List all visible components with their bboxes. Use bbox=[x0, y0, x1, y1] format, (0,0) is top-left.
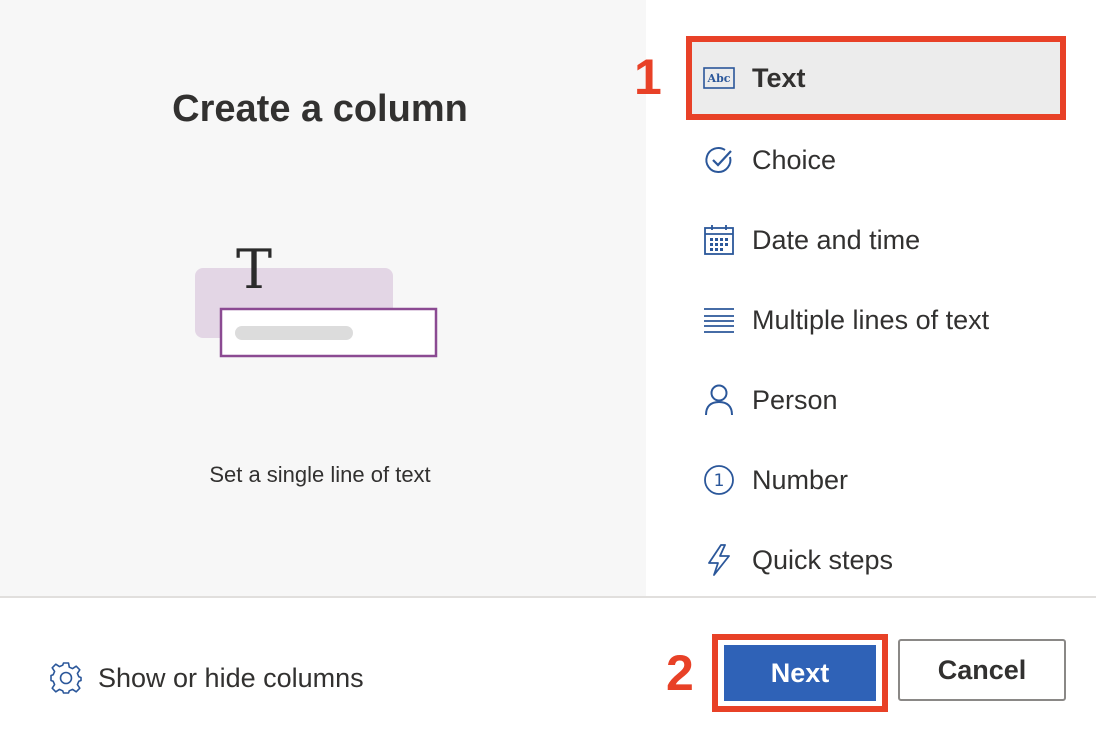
column-type-quick-steps[interactable]: Quick steps bbox=[686, 520, 1066, 600]
column-type-date-and-time[interactable]: Date and time bbox=[686, 200, 1066, 280]
column-type-label: Person bbox=[752, 384, 838, 415]
column-type-choice[interactable]: Choice bbox=[686, 120, 1066, 200]
show-hide-columns-label: Show or hide columns bbox=[98, 662, 364, 693]
multiline-text-icon bbox=[702, 303, 736, 337]
number-icon: 1 bbox=[702, 463, 736, 497]
column-type-person[interactable]: Person bbox=[686, 360, 1066, 440]
column-type-multiple-lines[interactable]: Multiple lines of text bbox=[686, 280, 1066, 360]
column-type-list: Abc Text Choice Date and time Multiple l… bbox=[686, 36, 1066, 600]
cancel-button[interactable]: Cancel bbox=[898, 639, 1066, 701]
text-cursor-glyph: T bbox=[236, 240, 272, 301]
dialog-title: Create a column bbox=[172, 88, 468, 130]
column-type-text[interactable]: Abc Text bbox=[686, 36, 1066, 120]
column-type-label: Text bbox=[752, 62, 806, 93]
column-type-number[interactable]: 1 Number bbox=[686, 440, 1066, 520]
column-type-label: Quick steps bbox=[752, 544, 894, 575]
gear-icon bbox=[48, 660, 84, 696]
text-field-illustration: T bbox=[195, 240, 438, 358]
lightning-icon bbox=[702, 543, 736, 577]
next-button[interactable]: Next bbox=[724, 645, 876, 701]
type-description: Set a single line of text bbox=[209, 462, 431, 487]
show-hide-columns-link[interactable]: Show or hide columns bbox=[48, 660, 364, 696]
preview-panel: Create a column T Set a single line of t… bbox=[0, 0, 646, 596]
column-type-label: Choice bbox=[752, 144, 837, 175]
footer-divider bbox=[0, 596, 1096, 598]
column-type-label: Number bbox=[752, 464, 849, 495]
abc-text-icon: Abc bbox=[702, 61, 736, 95]
svg-text:Abc: Abc bbox=[707, 72, 731, 85]
column-type-label: Date and time bbox=[752, 224, 921, 255]
column-type-label: Multiple lines of text bbox=[752, 304, 990, 335]
annotation-marker-1: 1 bbox=[634, 49, 662, 105]
check-circle-icon bbox=[702, 143, 736, 177]
calendar-icon bbox=[702, 223, 736, 257]
svg-text:1: 1 bbox=[714, 471, 725, 491]
annotation-marker-2: 2 bbox=[666, 645, 694, 701]
person-icon bbox=[702, 383, 736, 417]
